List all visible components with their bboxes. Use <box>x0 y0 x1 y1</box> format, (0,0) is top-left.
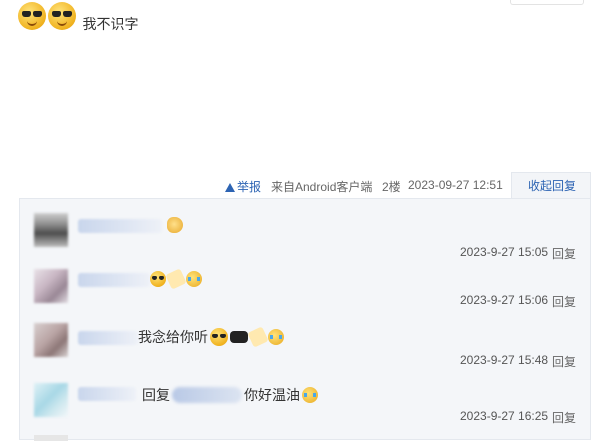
cool-face-icon <box>150 271 166 287</box>
reply-text: 你好温油 <box>244 387 300 403</box>
reply-content: 回复 你好温油 <box>142 385 318 405</box>
reply-content <box>150 268 202 290</box>
next-avatar-fragment <box>34 435 68 441</box>
post-meta-bar: 举报 来自Android客户端 2楼 2023-09-27 12:51 收起回复 <box>0 172 594 198</box>
reply-date: 2023-9-27 15:06 <box>460 293 549 307</box>
sunglasses-icon <box>230 331 248 343</box>
crying-face-icon <box>186 271 202 287</box>
main-post-emojis <box>18 2 76 30</box>
reply-username[interactable] <box>78 387 136 401</box>
reply-content <box>167 217 183 233</box>
report-link[interactable]: 举报 <box>225 178 261 195</box>
main-post-text: 我不识字 <box>82 16 139 32</box>
cool-face-icon <box>48 2 76 30</box>
reply-date: 2023-9-27 15:48 <box>460 353 549 367</box>
cool-face-icon <box>18 2 46 30</box>
reply-button[interactable]: 回复 <box>552 245 576 262</box>
post-timestamp: 2023-09-27 12:51 <box>408 178 503 192</box>
list-item: 我念给你听 2023-9-27 15:48 回复 <box>20 321 590 379</box>
crying-face-icon <box>302 387 318 403</box>
mentioned-username[interactable] <box>172 387 242 403</box>
list-item: 2023-9-27 15:05 回复 <box>20 205 590 263</box>
reply-date: 2023-9-27 15:05 <box>460 245 549 259</box>
top-right-fragment <box>510 0 584 5</box>
avatar[interactable] <box>34 269 68 303</box>
reply-button[interactable]: 回复 <box>552 353 576 370</box>
reply-username[interactable] <box>78 331 138 345</box>
reply-button[interactable]: 回复 <box>552 293 576 310</box>
list-item: 2023-9-27 15:06 回复 <box>20 263 590 321</box>
avatar[interactable] <box>34 383 68 417</box>
floor-number: 2楼 <box>382 180 401 194</box>
reply-button[interactable]: 回复 <box>552 409 576 426</box>
reply-text: 我念给你听 <box>138 329 208 345</box>
reply-prefix: 回复 <box>142 387 170 403</box>
reply-date: 2023-9-27 16:25 <box>460 409 549 423</box>
reply-list: 2023-9-27 15:05 回复 2023-9-27 15:06 回复 我念… <box>19 198 591 441</box>
crying-face-icon <box>268 329 284 345</box>
reply-username[interactable] <box>78 219 162 233</box>
main-post: 我不识字 <box>18 2 139 32</box>
warning-icon <box>225 183 235 192</box>
post-source: 来自Android客户端 <box>271 180 373 194</box>
avatar[interactable] <box>34 213 68 247</box>
reply-content: 我念给你听 <box>138 326 284 348</box>
list-item: 回复 你好温油 2023-9-27 16:25 回复 <box>20 379 590 437</box>
clapping-hand-icon <box>165 268 187 290</box>
report-label: 举报 <box>237 180 262 194</box>
collapse-replies-button[interactable]: 收起回复 <box>511 172 591 198</box>
clapping-hand-icon <box>247 326 269 348</box>
cool-face-icon <box>210 328 228 346</box>
reply-username[interactable] <box>78 273 150 287</box>
ok-hand-icon <box>167 217 183 233</box>
avatar[interactable] <box>34 323 68 357</box>
